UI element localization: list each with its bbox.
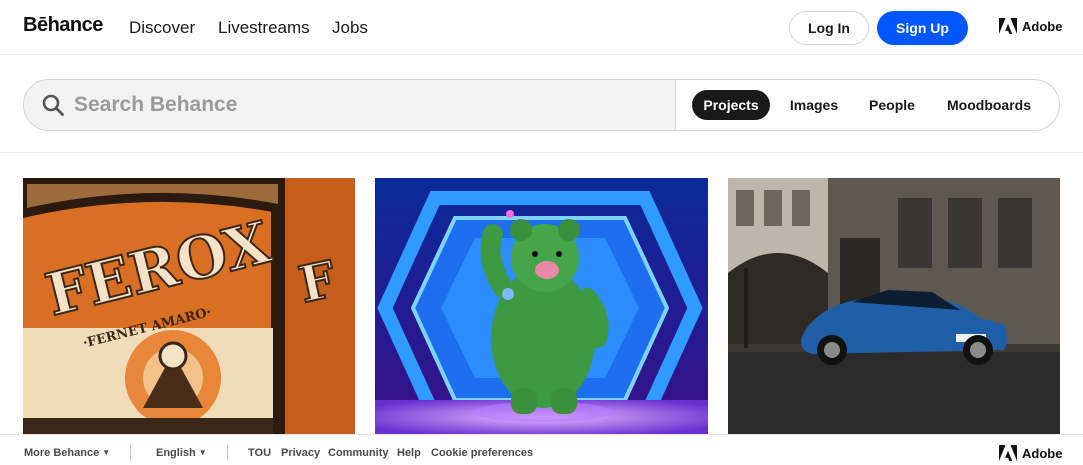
project-card-car[interactable] bbox=[728, 178, 1060, 434]
signup-button[interactable]: Sign Up bbox=[877, 11, 968, 45]
chevron-down-icon: ▼ bbox=[198, 448, 207, 457]
project-thumbnail-car bbox=[728, 178, 1060, 434]
nav-discover[interactable]: Discover bbox=[129, 18, 195, 38]
chevron-down-icon: ▼ bbox=[102, 448, 111, 457]
search-icon bbox=[42, 94, 64, 116]
footer-divider bbox=[130, 445, 131, 461]
footer-link-help[interactable]: Help bbox=[397, 447, 421, 459]
search-section: Projects Images People Moodboards bbox=[0, 55, 1083, 153]
footer-link-cookie-preferences[interactable]: Cookie preferences bbox=[431, 447, 533, 459]
top-navigation: Bēhance Discover Livestreams Jobs Log In… bbox=[0, 0, 1083, 55]
more-behance-label: More Behance bbox=[24, 447, 100, 459]
footer-adobe-label: Adobe bbox=[1022, 445, 1063, 461]
nav-jobs[interactable]: Jobs bbox=[332, 18, 368, 38]
footer-link-privacy[interactable]: Privacy bbox=[281, 447, 320, 459]
login-button[interactable]: Log In bbox=[789, 11, 869, 45]
project-card-ferox[interactable]: FEROX ·FERNET AMARO· F bbox=[23, 178, 355, 434]
project-thumbnail-ferox: FEROX ·FERNET AMARO· F bbox=[23, 178, 355, 434]
footer-link-community[interactable]: Community bbox=[328, 447, 389, 459]
adobe-logo-icon bbox=[999, 445, 1017, 461]
search-input[interactable] bbox=[74, 80, 664, 130]
tab-moodboards[interactable]: Moodboards bbox=[938, 90, 1040, 120]
language-label: English bbox=[156, 447, 196, 459]
search-bar: Projects Images People Moodboards bbox=[23, 79, 1060, 131]
tab-images[interactable]: Images bbox=[780, 90, 848, 120]
adobe-label: Adobe bbox=[1022, 18, 1063, 34]
tab-people[interactable]: People bbox=[860, 90, 924, 120]
adobe-link[interactable]: Adobe bbox=[999, 18, 1062, 34]
adobe-logo-icon bbox=[999, 18, 1017, 34]
footer-adobe-link[interactable]: Adobe bbox=[999, 445, 1062, 461]
language-dropdown[interactable]: English ▼ bbox=[156, 447, 207, 459]
more-behance-dropdown[interactable]: More Behance ▼ bbox=[24, 447, 110, 459]
project-card-bear[interactable] bbox=[375, 178, 708, 434]
nav-livestreams[interactable]: Livestreams bbox=[218, 18, 310, 38]
project-thumbnail-bear bbox=[375, 178, 708, 434]
footer-link-tou[interactable]: TOU bbox=[248, 447, 271, 459]
footer-divider bbox=[227, 445, 228, 461]
footer: More Behance ▼ English ▼ TOU Privacy Commu… bbox=[0, 434, 1083, 465]
search-field[interactable] bbox=[24, 80, 676, 130]
behance-logo[interactable]: Bēhance bbox=[23, 14, 103, 37]
tab-projects[interactable]: Projects bbox=[692, 90, 770, 120]
